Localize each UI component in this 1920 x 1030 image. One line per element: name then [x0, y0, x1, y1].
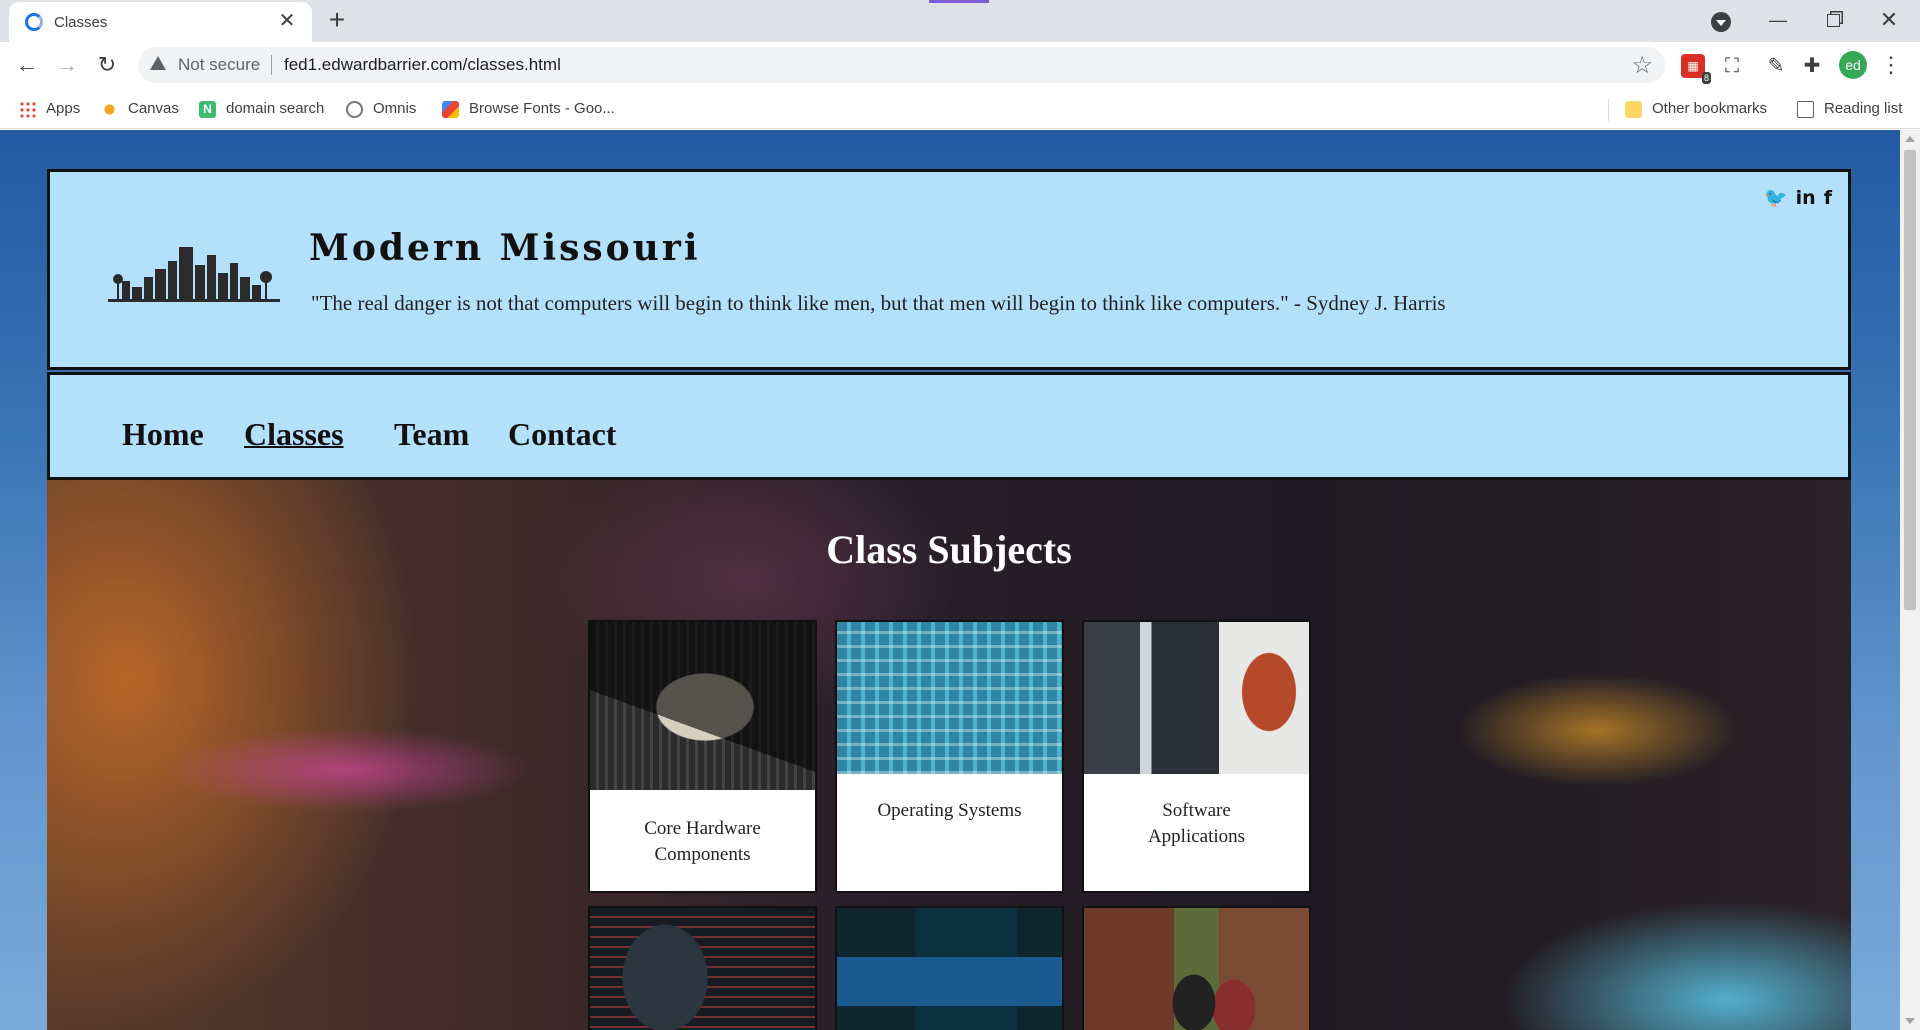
- cpu-image: [590, 622, 815, 790]
- browser-titlebar: Classes ✕ + — ✕: [0, 0, 1920, 42]
- window-accent: [929, 0, 989, 3]
- reading-list-label: Reading list: [1824, 100, 1903, 117]
- forward-arrow-icon[interactable]: →: [52, 50, 82, 80]
- class-subjects-section: Class Subjects Core Hardware Components …: [47, 480, 1851, 1030]
- canvas-icon: [104, 103, 115, 115]
- reading-list-icon: [1797, 100, 1814, 118]
- reload-icon[interactable]: ↻: [92, 50, 122, 80]
- site-title: Modern Missouri: [309, 227, 701, 269]
- card-label: Software Applications: [1147, 800, 1246, 847]
- restore-icon: [1826, 14, 1840, 27]
- scroll-up-arrow-icon[interactable]: [1905, 136, 1915, 142]
- nav-contact[interactable]: Contact: [508, 416, 616, 453]
- page-viewport: Modern Missouri "The real danger is not …: [0, 130, 1900, 1030]
- bookmark-label: Omnis: [373, 100, 417, 117]
- other-bookmarks-folder[interactable]: Other bookmarks: [1625, 97, 1767, 121]
- omnis-icon: [346, 100, 363, 118]
- network-cables-image: [837, 622, 1062, 774]
- loading-favicon-icon: [25, 13, 43, 31]
- n-letter-icon: N: [199, 100, 216, 118]
- profile-avatar[interactable]: ed: [1839, 51, 1867, 79]
- browser-toolbar: ← → ↻ Not secure fed1.edwardbarrier.com/…: [0, 42, 1920, 89]
- bookmark-canvas[interactable]: Canvas: [101, 97, 179, 121]
- nav-classes[interactable]: Classes: [244, 416, 344, 453]
- extensions-puzzle-icon[interactable]: ✚: [1800, 54, 1824, 78]
- twitter-icon[interactable]: 🐦: [1764, 186, 1788, 209]
- bookmark-star-icon[interactable]: ☆: [1631, 51, 1653, 80]
- bookmarks-separator: [1608, 99, 1609, 121]
- card-label: Core Hardware Components: [644, 818, 761, 865]
- apps-grid-icon: [19, 100, 36, 118]
- class-card-core-hardware[interactable]: Core Hardware Components: [588, 620, 817, 893]
- card-label: Operating Systems: [877, 800, 1022, 821]
- tab-search-icon[interactable]: [1711, 12, 1731, 32]
- other-bookmarks-label: Other bookmarks: [1652, 100, 1768, 117]
- minimize-button[interactable]: —: [1755, 4, 1801, 36]
- extension-todo-icon[interactable]: ▦ 8: [1681, 54, 1711, 84]
- students-image: [1084, 908, 1309, 1030]
- linkedin-icon[interactable]: in: [1796, 187, 1816, 209]
- bookmark-label: domain search: [226, 100, 325, 117]
- new-tab-button[interactable]: +: [322, 6, 352, 36]
- close-window-button[interactable]: ✕: [1866, 4, 1912, 36]
- scroll-down-arrow-icon[interactable]: [1905, 1018, 1915, 1024]
- tab-title: Classes: [54, 14, 108, 31]
- nav-team[interactable]: Team: [394, 416, 469, 453]
- page-scrollbar[interactable]: [1900, 130, 1920, 1030]
- hacker-image: [590, 908, 815, 1030]
- bookmarks-bar: Apps Canvas N domain search Omnis Browse…: [0, 89, 1920, 129]
- bookmark-label: Canvas: [128, 100, 179, 117]
- section-title: Class Subjects: [826, 527, 1072, 572]
- warning-icon[interactable]: [150, 56, 166, 70]
- city-skyline-logo: [108, 247, 280, 302]
- class-card-students[interactable]: [1082, 906, 1311, 1030]
- more-menu-icon[interactable]: ⋮: [1880, 54, 1902, 76]
- bookmark-label: Browse Fonts - Goo...: [469, 100, 615, 117]
- class-card-security[interactable]: [588, 906, 817, 1030]
- facebook-icon[interactable]: f: [1824, 187, 1832, 209]
- class-card-software-applications[interactable]: Software Applications: [1082, 620, 1311, 893]
- address-bar[interactable]: Not secure fed1.edwardbarrier.com/classe…: [138, 47, 1665, 83]
- address-separator: [271, 55, 272, 75]
- url-text[interactable]: fed1.edwardbarrier.com/classes.html: [284, 55, 561, 75]
- not-secure-label[interactable]: Not secure: [178, 55, 260, 75]
- extension-badge: 8: [1701, 72, 1711, 84]
- desktop-pc-image: [837, 908, 1062, 1030]
- bookmark-domain-search[interactable]: N domain search: [199, 97, 324, 121]
- bookmark-browse-fonts[interactable]: Browse Fonts - Goo...: [442, 97, 615, 121]
- nav-home[interactable]: Home: [122, 416, 204, 453]
- reading-list-button[interactable]: Reading list: [1797, 97, 1902, 121]
- back-arrow-icon[interactable]: ←: [12, 50, 42, 80]
- site-quote: "The real danger is not that computers w…: [311, 291, 1446, 315]
- social-links: 🐦 in f: [1764, 186, 1832, 210]
- office-worker-image: [1084, 622, 1309, 774]
- bookmark-omnis[interactable]: Omnis: [346, 97, 416, 121]
- restore-button[interactable]: [1810, 4, 1856, 36]
- folder-icon: [1625, 100, 1642, 118]
- scroll-thumb[interactable]: [1904, 150, 1916, 610]
- bookmark-apps[interactable]: Apps: [19, 97, 80, 121]
- browser-tab-classes[interactable]: Classes ✕: [9, 2, 312, 42]
- screen-capture-icon[interactable]: ⛶: [1720, 54, 1744, 78]
- bookmark-label: Apps: [46, 100, 81, 117]
- pen-extension-icon[interactable]: ✎: [1764, 54, 1788, 78]
- google-fonts-icon: [442, 100, 459, 118]
- class-card-desktop[interactable]: [835, 906, 1064, 1030]
- site-header: Modern Missouri "The real danger is not …: [47, 169, 1851, 370]
- tab-close-icon[interactable]: ✕: [276, 10, 298, 32]
- class-card-operating-systems[interactable]: Operating Systems: [835, 620, 1064, 893]
- main-navigation: Home Classes Team Contact: [47, 372, 1851, 480]
